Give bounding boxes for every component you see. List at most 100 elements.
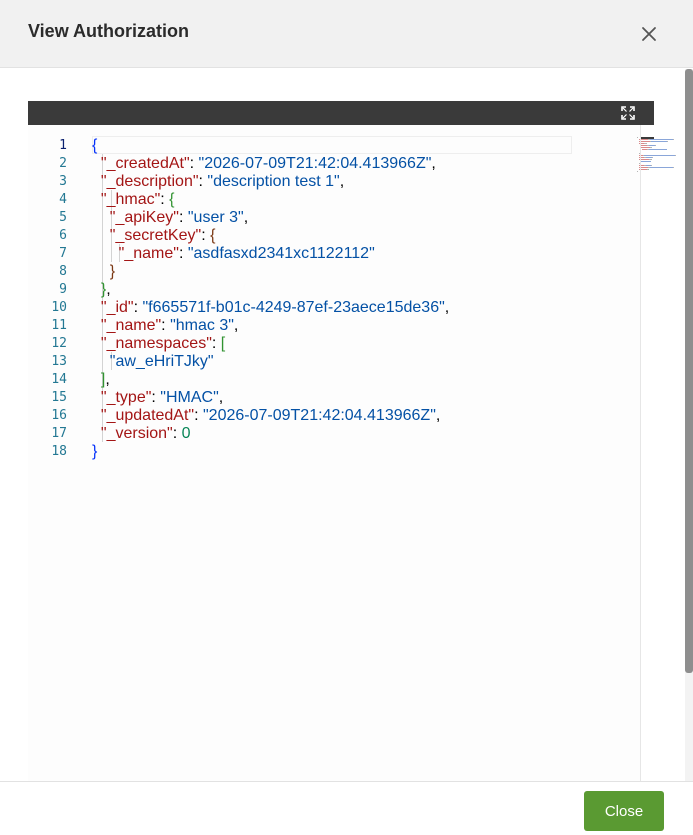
code-line: "_name": "hmac 3", [92,317,238,335]
code-token: "_type" [100,389,152,406]
code-token: "description test 1" [207,173,340,190]
overview-ruler-mark [641,137,654,139]
close-icon[interactable] [636,21,662,47]
code-token: "hmac 3" [170,317,234,334]
code-area[interactable]: { "_createdAt": "2026-07-09T21:42:04.413… [92,125,676,781]
code-line: ], [92,371,110,389]
code-line: "_updatedAt": "2026-07-09T21:42:04.41396… [92,407,440,425]
line-number: 8 [59,264,67,279]
code-minimap[interactable] [637,137,687,173]
code-token: , [233,317,239,334]
code-token: [ [220,335,226,352]
code-line: "_type": "HMAC", [92,389,223,407]
json-editor[interactable]: 1 2 3 4 5 6 7 8 9 10 11 12 13 14 15 16 17 18 { "_createdA… [28,125,676,781]
code-token: : [133,299,143,316]
code-token: "_name" [118,245,179,262]
code-token: : [151,389,161,406]
minimap-token [651,147,653,148]
dialog-scrollbar[interactable] [685,69,693,781]
code-token: "f665571f-b01c-4249-87ef-23aece15de36" [142,299,445,316]
code-token: : [189,155,199,172]
line-number: 10 [51,300,67,315]
code-line: }, [92,281,111,299]
minimap-token [649,167,673,168]
code-token: "_apiKey" [109,209,179,226]
dialog-header: View Authorization [0,0,693,68]
minimap-token [673,139,674,140]
code-token: "_version" [100,425,173,442]
code-token: "_hmac" [100,191,161,208]
code-token: "HMAC" [160,389,219,406]
editor-right-border [640,125,641,781]
line-number: 2 [59,156,67,171]
minimap-token [650,159,652,160]
code-token: { [210,227,216,244]
code-token: , [339,173,345,190]
line-number: 5 [59,210,67,225]
line-number: 18 [51,444,67,459]
line-number: 13 [51,354,67,369]
minimap-token [650,165,652,166]
code-token: , [444,299,450,316]
code-line: "_id": "f665571f-b01c-4249-87ef-23aece15… [92,299,449,317]
expand-icon[interactable] [620,105,636,121]
code-line: "aw_eHriTJky" [92,353,214,371]
minimap-token [637,171,638,172]
code-line: "_createdAt": "2026-07-09T21:42:04.41396… [92,155,436,173]
line-number: 17 [51,426,67,441]
code-token: : [178,209,188,226]
code-token: 0 [181,425,191,442]
code-line: } [92,443,97,461]
minimap-token [667,141,669,142]
code-token: : [161,317,171,334]
code-token: , [431,155,436,172]
code-line: "_apiKey": "user 3", [92,209,248,227]
code-line: "_namespaces": [ [92,335,225,353]
code-token: "_secretKey" [109,227,202,244]
line-number: 11 [51,318,67,333]
code-token: "2026-07-09T21:42:04.413966Z" [203,407,436,424]
line-number: 15 [51,390,67,405]
code-token: : [160,191,170,208]
minimap-token [644,155,675,156]
code-token: "2026-07-09T21:42:04.413966Z" [198,155,432,172]
code-line: } [92,263,115,281]
code-token: "_createdAt" [100,155,190,172]
code-line: { [92,137,97,155]
minimap-token [649,139,673,140]
code-line: "_description": "description test 1", [92,173,344,191]
code-token: , [218,389,224,406]
line-number: 14 [51,372,67,387]
line-number: 1 [59,138,67,153]
code-line: "_version": 0 [92,425,191,443]
minimap-token [640,145,648,146]
minimap-token [645,143,647,144]
scrollbar-thumb[interactable] [685,69,693,673]
code-token: "user 3" [187,209,244,226]
code-token: "_updatedAt" [100,407,195,424]
minimap-token [648,169,649,170]
minimap-token [674,155,676,156]
line-number: 7 [59,246,67,261]
code-token: } [109,263,116,280]
code-token: , [243,209,249,226]
code-line: "_name": "asdfasxd2341xc1122112" [92,245,375,263]
code-token: "_description" [100,173,199,190]
code-token: "asdfasxd2341xc1122112" [187,245,375,262]
close-button[interactable]: Close [584,791,664,831]
minimap-token [640,147,650,148]
code-token: "_namespaces" [100,335,212,352]
minimap-token [637,137,638,138]
